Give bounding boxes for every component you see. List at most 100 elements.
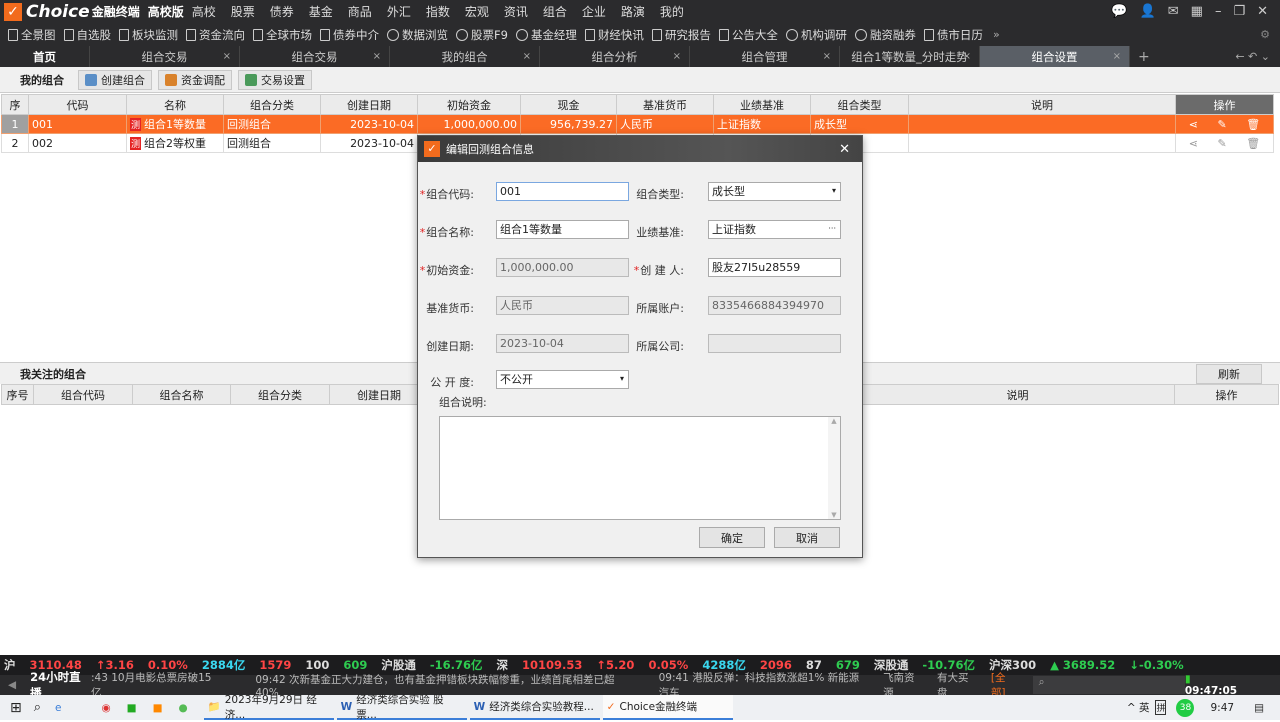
tab[interactable]: 组合交易 × — [240, 46, 390, 67]
type-field[interactable]: 成长型 ▾ — [708, 182, 841, 201]
minimize-icon[interactable]: – — [1215, 4, 1222, 19]
fund-allocation-button[interactable]: 资金调配 — [158, 69, 232, 90]
table-row[interactable]: 1 001 测组合1等数量 回测组合 2023-10-04 1,000,000.00 956… — [1, 114, 1274, 134]
taskbar-item[interactable]: 📁 2023年9月29日 经济... — [203, 694, 334, 721]
menu-item[interactable]: 宏观 — [465, 3, 489, 20]
delete-icon[interactable]: 🗑 — [1246, 137, 1260, 150]
description-textarea[interactable]: ▲ ▼ — [439, 416, 841, 520]
menu-item[interactable]: 组合 — [543, 3, 567, 20]
toolbar-item[interactable]: 机构调研 — [785, 27, 847, 43]
back-icon[interactable]: ← ↶ ⌄ — [1235, 50, 1270, 63]
chevron-down-icon[interactable]: ▾ — [832, 183, 836, 199]
close-tab-icon[interactable]: × — [963, 51, 971, 62]
ticker-sh-up[interactable]: 1579 — [259, 658, 291, 672]
toolbar-item[interactable]: 财经快讯 — [584, 27, 644, 43]
windows-start-icon[interactable]: ⊞ — [10, 700, 22, 716]
tab[interactable]: 组合1等数量_分时走势 × — [840, 46, 980, 67]
close-tab-icon[interactable]: × — [823, 51, 831, 62]
create-portfolio-button[interactable]: 创建组合 — [78, 69, 152, 90]
column-header[interactable]: 操作 — [1174, 384, 1279, 405]
close-tab-icon[interactable]: × — [673, 51, 681, 62]
more-icon[interactable]: ··· — [828, 221, 836, 237]
badge-icon[interactable]: 38 — [1176, 698, 1195, 717]
menu-item[interactable]: 企业 — [582, 3, 606, 20]
toolbar-item[interactable]: 债券中介 — [320, 27, 379, 43]
ticker-sz-val[interactable]: 10109.53 — [522, 658, 582, 672]
column-header[interactable]: 说明 — [908, 94, 1176, 115]
menu-item[interactable]: 路演 — [621, 3, 645, 20]
ime-mode[interactable]: 拼 — [1155, 700, 1167, 715]
confirm-button[interactable]: 确定 — [699, 527, 765, 548]
taskbar-clock[interactable]: 9:47 — [1210, 702, 1234, 714]
bench-field[interactable]: 上证指数 ··· — [708, 220, 841, 239]
column-header[interactable]: 操作 — [1175, 94, 1274, 115]
company-field[interactable] — [708, 334, 841, 353]
share-icon[interactable]: ⋖ — [1189, 137, 1198, 150]
tab[interactable]: 组合设置 × — [980, 46, 1130, 67]
column-header[interactable]: 业绩基准 — [713, 94, 811, 115]
app-icon[interactable]: ● — [179, 702, 188, 714]
refresh-button[interactable]: 刷新 — [1196, 364, 1262, 384]
column-header[interactable]: 组合名称 — [132, 384, 231, 405]
ime-indicator[interactable]: 英 — [1139, 702, 1150, 714]
column-header[interactable]: 创建日期 — [320, 94, 418, 115]
ie-icon[interactable]: e — [55, 702, 61, 714]
column-header[interactable]: 基准货币 — [616, 94, 714, 115]
share-icon[interactable]: ⋖ — [1189, 118, 1198, 131]
notification-icon[interactable]: ▤ — [1254, 702, 1264, 714]
column-header[interactable]: 组合分类 — [223, 94, 321, 115]
toolbar-item[interactable]: 股票F9 — [456, 27, 508, 43]
chat-icon[interactable]: 💬 — [1111, 4, 1127, 19]
app-icon[interactable]: ◉ — [101, 702, 110, 714]
creator-field[interactable]: 股友27I5u28559 — [708, 258, 841, 277]
tab-home[interactable]: 首页 — [0, 46, 90, 67]
ticker-sh-down[interactable]: 609 — [343, 658, 367, 672]
menu-item[interactable]: 我的 — [660, 3, 684, 20]
ticker-sh-flat[interactable]: 100 — [305, 658, 329, 672]
toolbar-item[interactable]: 基金经理 — [515, 27, 577, 43]
close-icon[interactable]: ✕ — [1257, 4, 1268, 19]
menu-item[interactable]: 商品 — [348, 3, 372, 20]
trade-settings-button[interactable]: 交易设置 — [238, 69, 312, 90]
public-field[interactable]: 不公开 ▾ — [496, 370, 629, 389]
toolbar-item[interactable]: 融资融券 — [854, 27, 916, 43]
toolbar-item[interactable]: 公告大全 — [718, 27, 778, 43]
app-icon[interactable]: ■ — [127, 702, 137, 714]
close-tab-icon[interactable]: × — [373, 51, 381, 62]
restore-icon[interactable]: ❐ — [1233, 4, 1245, 19]
column-header[interactable]: 名称 — [126, 94, 224, 115]
column-header[interactable]: 说明 — [860, 384, 1175, 405]
init-field[interactable]: 1,000,000.00 — [496, 258, 629, 277]
ticker-sh[interactable]: 沪 — [4, 657, 16, 673]
close-tab-icon[interactable]: × — [523, 51, 531, 62]
close-icon[interactable]: ✕ — [839, 142, 850, 157]
add-tab-icon[interactable]: + — [1138, 49, 1150, 65]
menu-item[interactable]: 高校 — [192, 3, 216, 20]
code-field[interactable]: 001 — [496, 182, 629, 201]
menu-item[interactable]: 指数 — [426, 3, 450, 20]
edit-icon[interactable]: ✎ — [1218, 118, 1227, 131]
app-icon[interactable]: ■ — [153, 702, 163, 714]
taskbar-item[interactable]: W 经济类综合实验教程... — [469, 695, 600, 720]
tab[interactable]: 组合管理 × — [690, 46, 840, 67]
column-header[interactable]: 初始资金 — [417, 94, 521, 115]
user-icon[interactable]: 👤 — [1140, 4, 1156, 19]
toolbar-item[interactable]: 债市日历 — [923, 27, 983, 43]
mail-icon[interactable]: ✉ — [1168, 4, 1179, 19]
toolbar-item[interactable]: 全球市场 — [253, 27, 312, 43]
scrollbar[interactable]: ▲ ▼ — [828, 417, 840, 519]
tab[interactable]: 组合交易 × — [90, 46, 240, 67]
tab[interactable]: 组合分析 × — [540, 46, 690, 67]
tab[interactable]: 我的组合 × — [390, 46, 540, 67]
close-tab-icon[interactable]: × — [1113, 51, 1121, 62]
column-header[interactable]: 现金 — [520, 94, 617, 115]
column-header[interactable]: 序号 — [1, 384, 34, 405]
menu-item[interactable]: 股票 — [231, 3, 255, 20]
toolbar-item[interactable]: 研究报告 — [651, 27, 711, 43]
account-field[interactable]: 8335466884394970 — [708, 296, 841, 315]
column-header[interactable]: 序 — [1, 94, 29, 115]
column-header[interactable]: 组合分类 — [230, 384, 330, 405]
grid-icon[interactable]: ▦ — [1191, 4, 1203, 19]
taskbar-item[interactable]: W 经济类综合实验 股票... — [336, 694, 467, 721]
edit-icon[interactable]: ✎ — [1218, 137, 1227, 150]
